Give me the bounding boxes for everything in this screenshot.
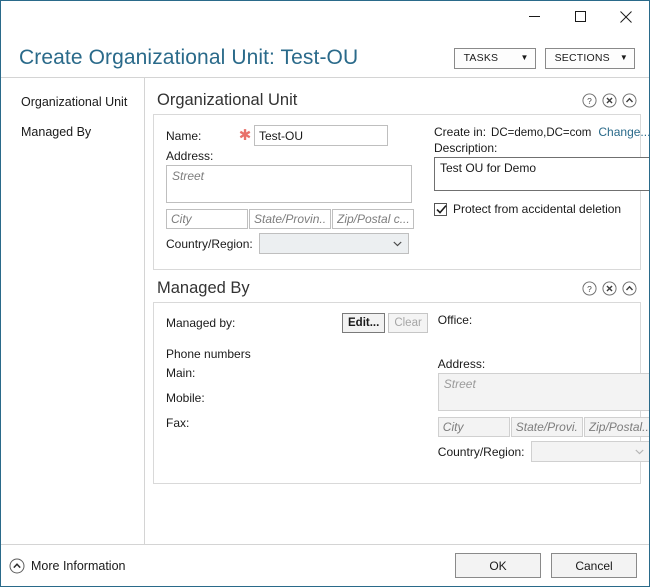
managed-by-left-column: Managed by: Edit... Clear Phone numbers … (166, 313, 428, 465)
ou-city-state-zip-row (166, 209, 424, 229)
help-icon[interactable]: ? (582, 280, 597, 296)
ou-street-input[interactable] (166, 165, 412, 203)
mb-street-input (437, 373, 649, 411)
protect-deletion-checkbox[interactable] (434, 202, 447, 216)
mobile-phone-label: Mobile: (166, 391, 205, 405)
edit-manager-button[interactable]: Edit... (342, 313, 386, 333)
main-phone-label: Main: (166, 366, 196, 380)
chevron-down-icon: ▼ (619, 53, 628, 62)
maximize-button[interactable] (557, 1, 603, 32)
tasks-label: TASKS (463, 52, 499, 64)
close-section-icon[interactable] (602, 92, 617, 108)
mb-zip-input (583, 417, 649, 437)
mb-city-state-zip-row (437, 417, 649, 437)
sidebar-item-label: Managed By (21, 125, 92, 139)
ou-right-column: Create in: DC=demo,DC=com Change... Desc… (424, 125, 649, 257)
managed-by-section-header: Managed By ? (153, 274, 641, 302)
title-bar (1, 1, 649, 39)
protect-deletion-row[interactable]: Protect from accidental deletion (434, 202, 649, 216)
ou-country-label: Country/Region: (166, 236, 253, 251)
sidebar-item-managed-by[interactable]: Managed By (1, 121, 144, 143)
ou-zip-input[interactable] (332, 209, 414, 229)
mb-state-input (510, 417, 583, 437)
create-in-value: DC=demo,DC=com (491, 127, 592, 139)
managed-by-label: Managed by: (166, 316, 236, 330)
managed-by-right-column: Office: Address: Country/Region: (428, 313, 649, 465)
page-title: Create Organizational Unit: Test-OU (19, 46, 359, 69)
tasks-menu-button[interactable]: TASKS ▼ (453, 47, 536, 69)
more-information-toggle[interactable]: More Information (9, 558, 445, 574)
collapse-section-icon[interactable] (622, 92, 637, 108)
dialog-content: Organizational Unit ? Name: ✱ Test-OU Ad… (145, 78, 649, 544)
chevron-down-icon: ▼ (520, 53, 529, 62)
ou-city-input[interactable] (166, 209, 248, 229)
ou-country-row: Country/Region: (166, 233, 424, 254)
ok-button[interactable]: OK (455, 553, 541, 578)
sections-label: SECTIONS (554, 52, 610, 64)
name-input[interactable] (254, 125, 388, 146)
section-title: Organizational Unit (157, 90, 298, 109)
clear-manager-button: Clear (388, 313, 428, 333)
managed-by-section: Managed By ? Managed by: Edit... Clear P… (153, 274, 649, 484)
phone-numbers-block: Phone numbers Main: Mobile: Fax: (166, 347, 428, 430)
organizational-unit-section: Organizational Unit ? Name: ✱ Test-OU Ad… (153, 86, 649, 270)
phone-numbers-label: Phone numbers (166, 347, 251, 361)
ou-state-input[interactable] (249, 209, 331, 229)
sidebar-item-label: Organizational Unit (21, 95, 128, 109)
protect-deletion-label: Protect from accidental deletion (453, 202, 622, 216)
managed-by-panel: Managed by: Edit... Clear Phone numbers … (153, 302, 649, 484)
section-navigation-sidebar: Organizational Unit Managed By (1, 78, 145, 544)
ou-address-label: Address: (166, 149, 214, 163)
dialog-header: Create Organizational Unit: Test-OU TASK… (1, 39, 649, 78)
more-information-label: More Information (31, 558, 126, 573)
description-label: Description: (434, 141, 498, 155)
mb-city-input (437, 417, 510, 437)
cancel-button[interactable]: Cancel (551, 553, 637, 578)
mb-country-row: Country/Region: (438, 441, 649, 462)
mb-country-select (530, 441, 649, 462)
change-container-link[interactable]: Change... (598, 125, 649, 139)
minimize-button[interactable] (511, 1, 557, 32)
name-row: Name: ✱ (166, 125, 424, 146)
name-label: Name: (166, 128, 202, 143)
create-in-row: Create in: DC=demo,DC=com Change... (434, 125, 649, 139)
checkmark-icon (436, 204, 447, 214)
mb-address-label: Address: (437, 357, 486, 371)
organizational-unit-section-header: Organizational Unit ? (153, 86, 641, 114)
organizational-unit-panel: Name: ✱ Address: Country/Region: (153, 114, 649, 270)
help-icon[interactable]: ? (582, 92, 597, 108)
dialog-body: Organizational Unit Managed By Organizat… (1, 78, 649, 544)
ou-left-column: Name: ✱ Address: Country/Region: (166, 125, 424, 257)
svg-text:?: ? (587, 95, 592, 105)
office-label: Office: (437, 313, 473, 327)
chevron-down-icon (393, 241, 402, 246)
collapse-section-icon[interactable] (622, 280, 637, 296)
close-section-icon[interactable] (602, 280, 617, 296)
description-input[interactable] (434, 157, 649, 191)
fax-label: Fax: (166, 416, 190, 430)
managed-by-row: Managed by: Edit... Clear (166, 313, 428, 333)
svg-text:?: ? (587, 283, 592, 293)
chevron-down-icon (634, 449, 644, 454)
sidebar-item-organizational-unit[interactable]: Organizational Unit (1, 91, 144, 113)
collapse-chevron-icon (9, 558, 25, 573)
create-in-label: Create in: (434, 125, 487, 139)
dialog-footer: More Information OK Cancel (1, 544, 649, 586)
create-ou-dialog: Create Organizational Unit: Test-OU TASK… (0, 0, 650, 587)
mb-country-label: Country/Region: (437, 444, 525, 459)
ou-country-select[interactable] (258, 233, 409, 254)
section-title: Managed By (157, 278, 250, 297)
required-asterisk-icon: ✱ (238, 127, 252, 144)
sections-menu-button[interactable]: SECTIONS ▼ (544, 47, 635, 69)
close-button[interactable] (603, 1, 649, 32)
